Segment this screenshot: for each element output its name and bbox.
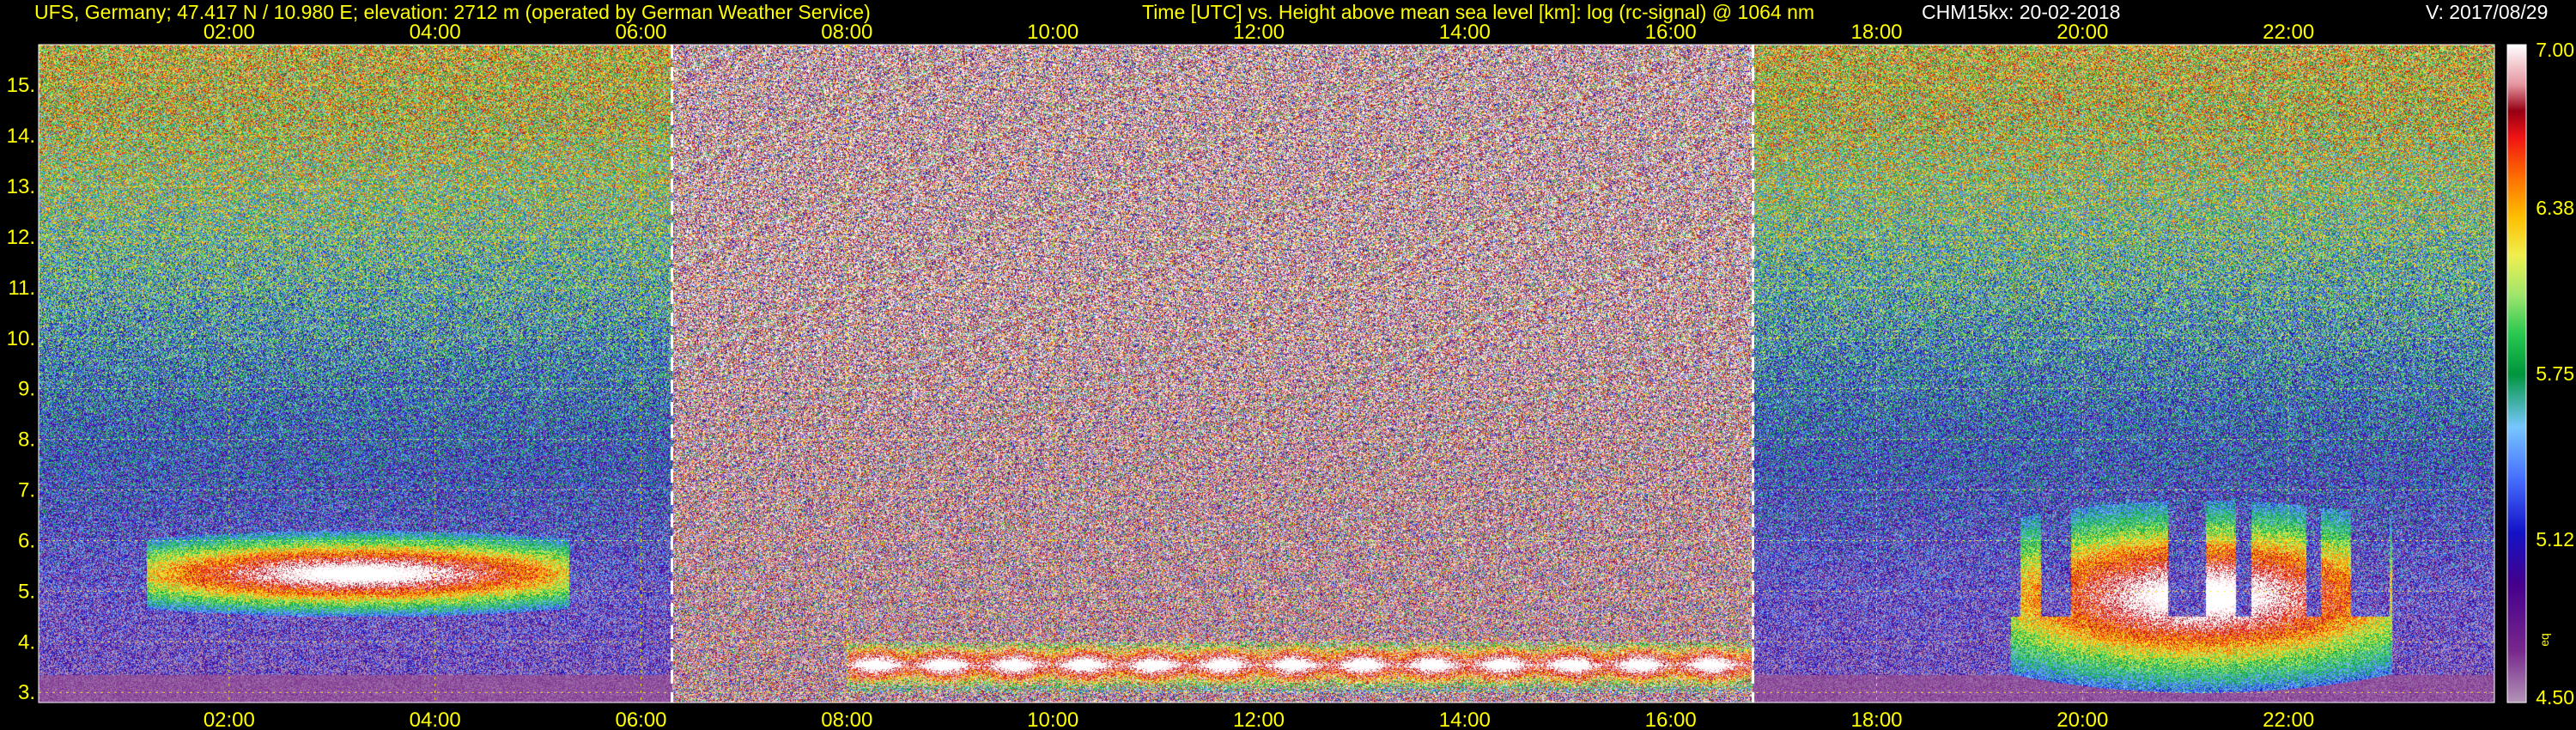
y-tick-label: 13. (7, 175, 35, 198)
y-tick-label: 14. (7, 125, 35, 148)
x-tick-label-top: 06:00 (615, 21, 666, 44)
site-info: UFS, Germany; 47.417 N / 10.980 E; eleva… (34, 1, 871, 23)
y-tick-label: 10. (7, 327, 35, 350)
x-tick-label-bottom: 02:00 (204, 709, 255, 730)
chart-overlay: 3. 4. 5. 6. 7. 8. 9. 10. 11. 12. 13. 14. 15. 02:00 02:… (7, 21, 2574, 730)
colorbar-tick-label: 4.50 (2536, 686, 2574, 709)
x-tick-label-top: 08:00 (821, 21, 872, 44)
x-tick-label-bottom: 20:00 (2057, 709, 2108, 730)
colorbar-unit: eq (2537, 633, 2551, 647)
instrument-date: CHM15kx: 20-02-2018 (1922, 1, 2121, 23)
x-tick-label-top: 04:00 (410, 21, 461, 44)
y-tick-label: 4. (18, 630, 35, 654)
x-tick-label-top: 10:00 (1027, 21, 1078, 44)
x-tick-label-top: 16:00 (1645, 21, 1697, 44)
colorbar (2506, 44, 2527, 703)
y-tick-label: 3. (18, 681, 35, 704)
x-tick-label-bottom: 18:00 (1850, 709, 1902, 730)
y-tick-label: 8. (18, 429, 35, 452)
x-tick-label-top: 14:00 (1439, 21, 1491, 44)
x-tick-label-bottom: 10:00 (1027, 709, 1078, 730)
y-tick-label: 7. (18, 479, 35, 502)
colorbar-tick-label: 5.12 (2536, 528, 2574, 551)
x-tick-label-bottom: 16:00 (1645, 709, 1697, 730)
colorbar-tick-label: 5.75 (2536, 362, 2574, 385)
x-tick-label-top: 02:00 (204, 21, 255, 44)
version-label: V: 2017/08/29 (2426, 1, 2549, 23)
x-tick-label-top: 18:00 (1850, 21, 1902, 44)
y-tick-label: 6. (18, 529, 35, 552)
x-tick-label-bottom: 12:00 (1233, 709, 1285, 730)
x-tick-label-bottom: 08:00 (821, 709, 872, 730)
colorbar-tick-label: 7.00 (2536, 39, 2574, 61)
y-tick-label: 12. (7, 226, 35, 249)
x-tick-label-top: 20:00 (2057, 21, 2108, 44)
plot-frame (38, 44, 2495, 703)
x-tick-label-bottom: 22:00 (2263, 709, 2314, 730)
y-tick-label: 11. (8, 277, 35, 300)
x-tick-label-top: 22:00 (2263, 21, 2314, 44)
x-tick-label-bottom: 06:00 (615, 709, 666, 730)
x-tick-label-top: 12:00 (1233, 21, 1285, 44)
y-tick-label: 15. (7, 74, 35, 97)
x-tick-label-bottom: 14:00 (1439, 709, 1491, 730)
x-tick-label-bottom: 04:00 (410, 709, 461, 730)
y-tick-label: 9. (18, 378, 35, 401)
y-tick-label: 5. (18, 580, 35, 603)
chart-title: Time [UTC] vs. Height above mean sea lev… (1142, 1, 1815, 23)
colorbar-tick-label: 6.38 (2536, 197, 2574, 219)
